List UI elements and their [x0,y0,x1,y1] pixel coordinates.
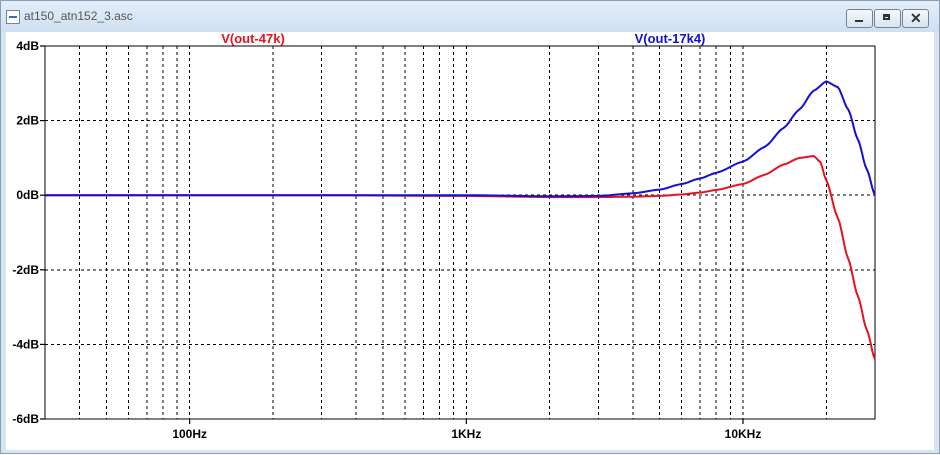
close-icon: ✕ [910,10,922,26]
bode-chart[interactable]: 4dB 2dB 0dB -2dB -4dB -6dB 100Hz 1KHz 10KHz V(ou… [6,31,934,450]
close-button[interactable]: ✕ [902,9,929,28]
app-icon [6,10,20,24]
axis-layer: 4dB 2dB 0dB -2dB -4dB -6dB 100Hz 1KHz 10KHz [12,39,876,441]
y-tick-label: -2dB [12,263,39,277]
legend-label-1[interactable]: V(out-47k) [221,31,285,46]
restore-button[interactable] [874,9,901,28]
ltspice-waveform-window: at150_atn152_3.asc ✕ 4dB 2dB 0dB -2dB -4dB -6… [0,0,940,454]
y-tick-label: 0dB [16,188,39,202]
minimize-button[interactable] [846,9,873,28]
x-tick-label: 10KHz [725,427,762,441]
series-layer [45,80,876,360]
x-tick-label: 100Hz [172,427,207,441]
y-tick-label: 2dB [16,114,39,128]
legend-label-2[interactable]: V(out-17k4) [635,31,706,46]
legend-layer[interactable]: V(out-47k) V(out-17k4) [221,31,706,46]
window-title: at150_atn152_3.asc [24,9,133,23]
restore-icon [883,14,890,20]
y-tick-label: 4dB [16,39,39,53]
plot-pane[interactable]: 4dB 2dB 0dB -2dB -4dB -6dB 100Hz 1KHz 10KHz V(ou… [6,31,934,450]
x-tick-label: 1KHz [451,427,481,441]
minimize-icon [855,20,863,22]
series-line-1 [45,155,876,360]
y-tick-label: -4dB [12,337,39,351]
plot-border [44,45,876,420]
grid-layer [45,46,875,419]
title-bar[interactable]: at150_atn152_3.asc ✕ [1,1,939,32]
series-line-2 [45,80,876,198]
y-tick-label: -6dB [12,412,39,426]
